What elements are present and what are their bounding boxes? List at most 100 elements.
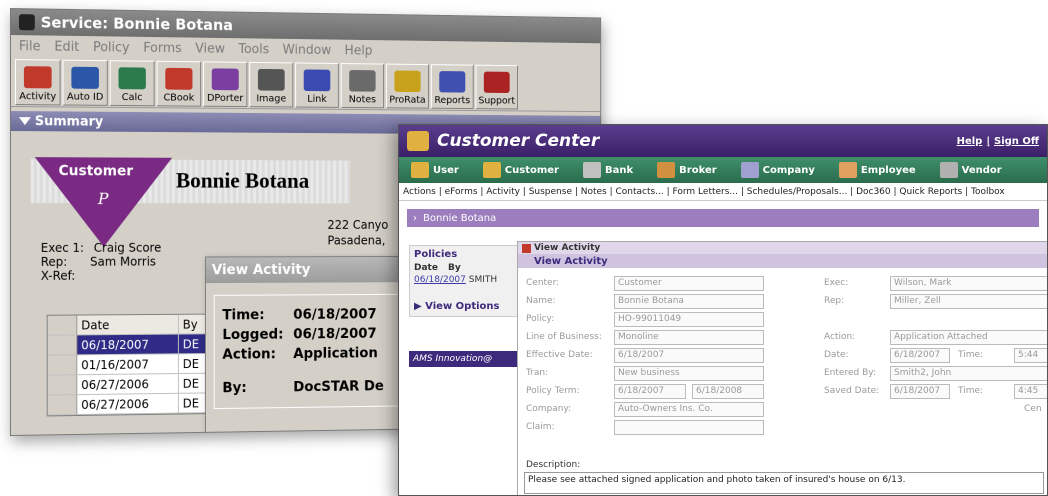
activity-button[interactable]: Activity — [14, 59, 61, 106]
prorata-icon — [394, 70, 421, 93]
grid-header-by[interactable]: By — [179, 317, 198, 331]
customer-center-nav: User Customer Bank Broker Company Employ… — [399, 157, 1047, 183]
calc-button[interactable]: Calc — [109, 60, 155, 107]
customer-center-logo-icon — [407, 131, 429, 151]
customer-bar-name: Bonnie Botana — [423, 212, 497, 224]
auto-id-button[interactable]: Auto ID — [62, 59, 108, 106]
menu-help[interactable]: Help — [345, 43, 373, 58]
menu-view[interactable]: View — [195, 41, 225, 56]
row-selector-header — [47, 315, 78, 335]
table-row[interactable]: 06/27/2006 DE — [47, 373, 222, 396]
company-icon — [740, 162, 759, 178]
nav-employee[interactable]: Employee — [827, 157, 928, 183]
support-button[interactable]: Support — [475, 64, 518, 110]
activity-form: Center: Customer Name: Bonnie Botana Pol… — [518, 242, 1047, 495]
view-options-label: View Options — [425, 301, 500, 312]
policy-term-to-field[interactable]: 6/18/2008 — [692, 384, 764, 399]
user-icon — [411, 162, 429, 178]
row-selector[interactable] — [47, 335, 78, 355]
date-label: Date: — [824, 350, 849, 360]
saved-time-field[interactable]: 4:45 — [1014, 384, 1047, 399]
policy-term-from-field[interactable]: 6/18/2007 — [614, 384, 686, 399]
grid-cell-by: DE — [182, 356, 200, 371]
nav-company[interactable]: Company — [729, 157, 827, 183]
menu-tools[interactable]: Tools — [238, 42, 269, 57]
row-selector[interactable] — [47, 375, 78, 395]
entered-by-field[interactable]: Smith2, John — [890, 366, 1047, 381]
nav-bank[interactable]: Bank — [571, 157, 645, 183]
menu-edit[interactable]: Edit — [54, 39, 79, 54]
policies-col-date[interactable]: Date — [414, 263, 438, 273]
logged-label: Logged: — [222, 326, 284, 344]
signoff-link[interactable]: Sign Off — [994, 136, 1039, 147]
time-field[interactable]: 5:44 — [1014, 348, 1047, 363]
table-row[interactable]: 01/16/2007 DE — [47, 353, 222, 376]
exec-field[interactable]: Wilson, Mark — [890, 276, 1047, 291]
menu-forms[interactable]: Forms — [143, 40, 181, 55]
broker-icon — [657, 162, 676, 178]
menu-policy[interactable]: Policy — [93, 40, 130, 55]
prorata-button[interactable]: ProRata — [385, 63, 430, 109]
saved-date-field[interactable]: 6/18/2007 — [890, 384, 950, 399]
action-links-bar[interactable]: Actions | eForms | Activity | Suspense |… — [399, 183, 1047, 201]
customer-name-bar[interactable]: › Bonnie Botana — [407, 209, 1039, 227]
reports-button[interactable]: Reports — [430, 64, 474, 110]
center-right-label: Cen — [1024, 404, 1042, 414]
list-item: 06/18/2007 SMITH — [410, 273, 520, 287]
nav-customer[interactable]: Customer — [471, 157, 571, 183]
calc-label: Calc — [121, 92, 143, 104]
view-activity-dialog: View Activity Time: 06/18/2007 Logged: 06/… — [205, 255, 415, 436]
policies-title: Policies — [414, 249, 458, 260]
view-options-toggle[interactable]: ▶ View Options — [410, 287, 520, 316]
bank-icon — [583, 162, 601, 178]
grid-header-date[interactable]: Date — [77, 314, 179, 335]
grid-cell-by: DE — [182, 376, 200, 391]
claim-field[interactable] — [614, 420, 764, 435]
description-field[interactable]: Please see attached signed application a… — [524, 472, 1044, 494]
image-label: Image — [256, 93, 287, 105]
help-link[interactable]: Help — [957, 136, 983, 147]
nav-broker[interactable]: Broker — [645, 157, 729, 183]
policy-date-link[interactable]: 06/18/2007 — [414, 275, 466, 285]
time-label: Time: — [222, 307, 265, 324]
tran-field[interactable]: New business — [614, 366, 764, 381]
action-field[interactable]: Application Attached — [890, 330, 1047, 345]
center-field[interactable]: Customer — [614, 276, 764, 291]
service-app-icon — [18, 14, 35, 31]
by-label: By: — [222, 380, 247, 397]
notes-icon — [349, 69, 376, 92]
expand-arrow-icon: › — [413, 212, 417, 224]
calculator-icon — [118, 67, 146, 90]
table-row[interactable]: 06/18/2007 DE — [47, 334, 222, 356]
policies-col-by[interactable]: By — [448, 263, 461, 273]
employee-icon — [838, 162, 857, 178]
prorata-label: ProRata — [389, 94, 426, 106]
customer-address: 222 Canyo Pasadena, — [327, 217, 388, 248]
reports-icon — [439, 71, 466, 93]
company-field[interactable]: Auto-Owners Ins. Co. — [614, 402, 764, 417]
menu-file[interactable]: File — [19, 39, 41, 54]
row-selector[interactable] — [47, 355, 78, 375]
notes-button[interactable]: Notes — [340, 63, 385, 109]
view-activity-body: Time: 06/18/2007 Logged: 06/18/2007 Action… — [213, 293, 406, 410]
service-toolbar: Activity Auto ID Calc CBook DPorter Imag… — [10, 57, 601, 113]
nav-vendor[interactable]: Vendor — [928, 157, 1014, 183]
link-button[interactable]: Link — [295, 62, 339, 108]
image-button[interactable]: Image — [249, 61, 294, 108]
view-activity-title[interactable]: View Activity — [205, 256, 414, 284]
action-value: Application — [293, 345, 378, 362]
nav-user[interactable]: User — [399, 157, 471, 183]
menu-window[interactable]: Window — [283, 42, 332, 57]
phone-icon — [165, 67, 193, 90]
date-field[interactable]: 6/18/2007 — [890, 348, 950, 363]
effective-date-field[interactable]: 6/18/2007 — [614, 348, 764, 363]
row-selector[interactable] — [47, 395, 78, 415]
cbook-button[interactable]: CBook — [156, 60, 202, 107]
policy-field[interactable]: HO-99011049 — [614, 312, 764, 327]
table-row[interactable]: 06/27/2006 DE — [47, 393, 222, 416]
name-field[interactable]: Bonnie Botana — [614, 294, 764, 309]
lob-field[interactable]: Monoline — [614, 330, 764, 345]
expand-triangle-icon: ▶ — [414, 301, 426, 312]
dporter-button[interactable]: DPorter — [203, 61, 248, 108]
rep-field[interactable]: Miller, Zell — [890, 294, 1047, 309]
